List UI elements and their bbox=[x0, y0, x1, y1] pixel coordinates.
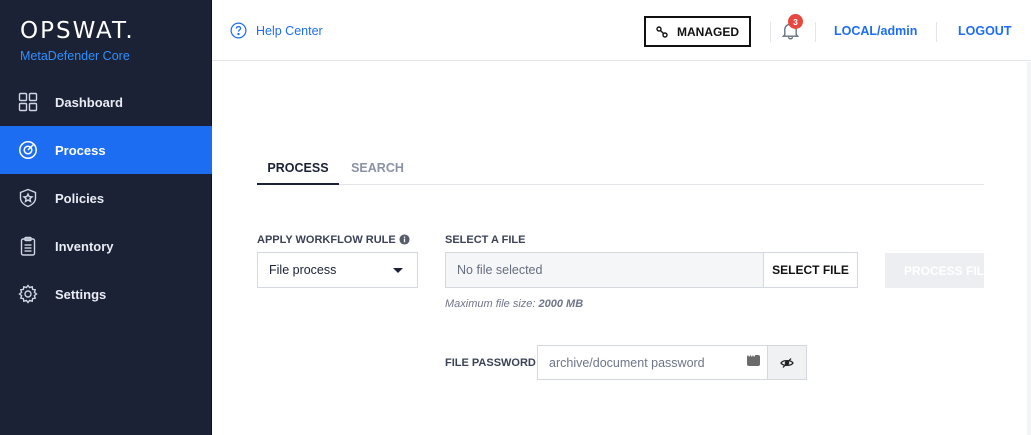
brand-logo: OPSWAT. bbox=[20, 18, 135, 44]
password-manager-icon[interactable] bbox=[747, 353, 760, 366]
product-name: MetaDefender Core bbox=[20, 49, 130, 63]
max-file-size-value: 2000 MB bbox=[538, 298, 584, 310]
user-account-link[interactable]: LOCAL/admin bbox=[834, 24, 917, 38]
help-center-link[interactable]: Help Center bbox=[230, 22, 323, 39]
sidebar-item-policies[interactable]: Policies bbox=[0, 174, 212, 222]
workflow-rule-label: APPLY WORKFLOW RULE bbox=[257, 234, 396, 246]
scrollbar[interactable] bbox=[1027, 62, 1031, 435]
file-name-value: No file selected bbox=[457, 263, 543, 277]
caret-down-icon bbox=[393, 268, 403, 273]
divider bbox=[770, 22, 771, 42]
process-icon bbox=[18, 140, 38, 160]
sidebar-item-settings[interactable]: Settings bbox=[0, 270, 212, 318]
sidebar-item-label: Inventory bbox=[55, 238, 114, 254]
hint-prefix: Maximum file size: bbox=[445, 298, 539, 310]
sidebar-item-inventory[interactable]: Inventory bbox=[0, 222, 212, 270]
sidebar-item-label: Dashboard bbox=[55, 94, 123, 110]
inventory-icon bbox=[18, 236, 38, 256]
workflow-rule-value: File process bbox=[269, 263, 337, 277]
link-icon bbox=[656, 25, 668, 38]
dashboard-icon bbox=[18, 92, 38, 112]
brand[interactable]: OPSWAT. MetaDefender Core bbox=[20, 18, 135, 63]
select-file-button[interactable]: SELECT FILE bbox=[763, 252, 858, 288]
file-password-placeholder: archive/document password bbox=[549, 355, 705, 370]
workflow-rule-select[interactable]: File process bbox=[257, 252, 418, 288]
file-password-input[interactable]: archive/document password bbox=[537, 345, 768, 380]
divider bbox=[936, 22, 937, 42]
sidebar-item-dashboard[interactable]: Dashboard bbox=[0, 78, 212, 126]
max-file-size-hint: Maximum file size: 2000 MB bbox=[445, 298, 583, 310]
sidebar: OPSWAT. MetaDefender Core Dashboard Proc… bbox=[0, 0, 212, 435]
tab-process[interactable]: PROCESS bbox=[257, 154, 339, 185]
sidebar-item-process[interactable]: Process bbox=[0, 126, 212, 174]
managed-button[interactable]: MANAGED bbox=[644, 16, 751, 47]
process-file-button[interactable]: PROCESS FILE bbox=[885, 253, 984, 288]
logout-link[interactable]: LOGOUT bbox=[958, 24, 1011, 38]
sidebar-item-label: Process bbox=[55, 142, 106, 158]
file-name-field[interactable]: No file selected bbox=[445, 252, 764, 288]
notification-badge: 3 bbox=[788, 14, 803, 29]
toggle-password-visibility-button[interactable] bbox=[767, 345, 807, 380]
divider bbox=[815, 22, 816, 42]
top-bar: Help Center MANAGED 3 LOCAL/admin LOGOUT bbox=[212, 0, 1031, 61]
process-tabs: PROCESS SEARCH bbox=[257, 154, 984, 185]
sidebar-nav: Dashboard Process Policies Inventory Set… bbox=[0, 78, 212, 318]
managed-label: MANAGED bbox=[677, 24, 739, 39]
settings-icon bbox=[18, 284, 38, 304]
tab-search[interactable]: SEARCH bbox=[339, 154, 416, 185]
sidebar-item-label: Policies bbox=[55, 190, 105, 206]
file-password-label: FILE PASSWORD bbox=[445, 357, 536, 369]
select-file-label: SELECT A FILE bbox=[445, 234, 526, 246]
info-icon[interactable] bbox=[399, 234, 410, 245]
sidebar-item-label: Settings bbox=[55, 286, 107, 302]
policies-icon bbox=[18, 188, 38, 208]
eye-off-icon bbox=[780, 357, 794, 368]
help-icon bbox=[230, 22, 247, 39]
help-center-label: Help Center bbox=[256, 23, 323, 38]
